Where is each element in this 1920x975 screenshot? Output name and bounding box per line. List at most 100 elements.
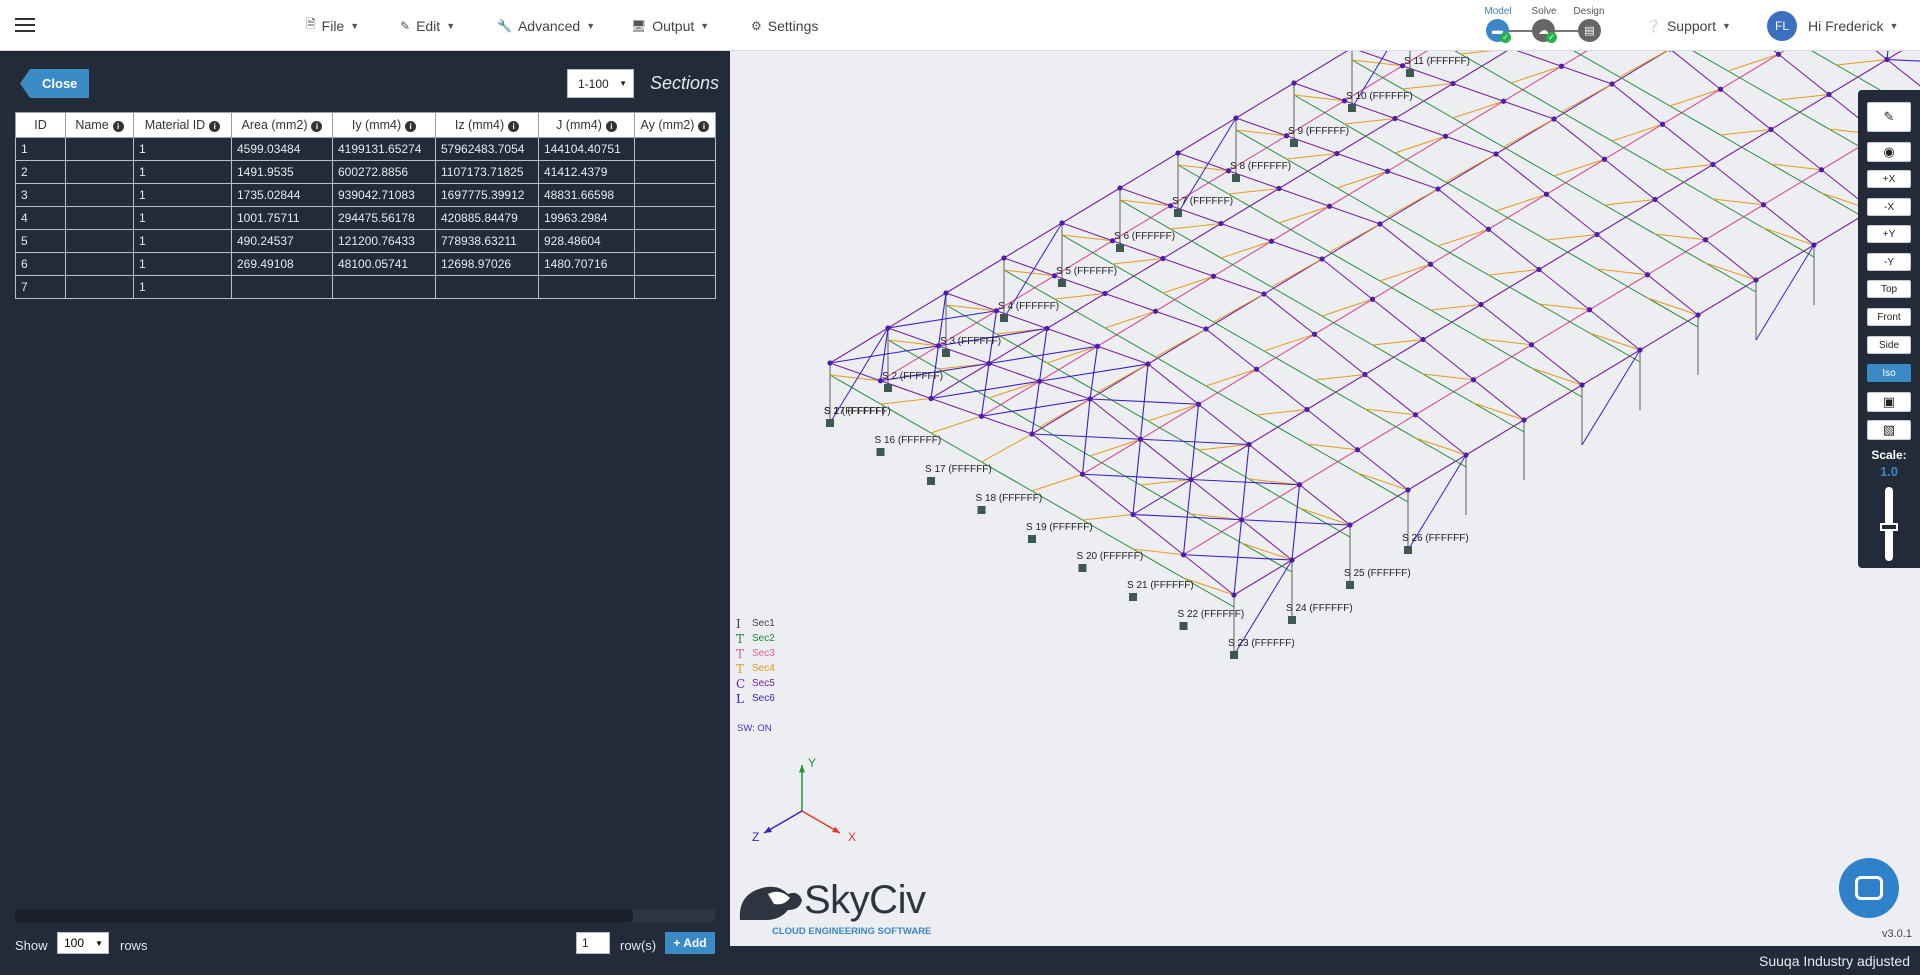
bottom-chord-member[interactable] <box>1147 420 1199 451</box>
support-marker[interactable] <box>977 506 986 514</box>
node[interactable] <box>1311 331 1318 337</box>
table-cell[interactable]: 269.49108 <box>231 252 333 276</box>
purlin-member[interactable] <box>1465 419 1525 456</box>
web-member[interactable] <box>1155 328 1207 358</box>
bottom-chord-member[interactable] <box>1778 99 1830 130</box>
node[interactable] <box>1652 196 1658 203</box>
view-button-minus-y[interactable]: -Y <box>1867 253 1911 271</box>
purlin-member[interactable] <box>1886 51 1920 60</box>
node[interactable] <box>1811 242 1817 248</box>
purlin-member[interactable] <box>1119 152 1179 189</box>
bottom-chord-member[interactable] <box>945 304 997 335</box>
info-icon[interactable]: i <box>209 121 221 132</box>
purlin-member[interactable] <box>1003 222 1063 259</box>
node[interactable] <box>1717 86 1724 92</box>
node[interactable] <box>1450 80 1456 87</box>
menu-settings[interactable]: ⚙ Settings <box>751 0 818 51</box>
web-member[interactable] <box>1495 193 1547 212</box>
table-cell[interactable]: 1 <box>133 275 232 299</box>
node[interactable] <box>1760 202 1767 208</box>
horizontal-scrollbar[interactable] <box>15 909 715 922</box>
rafter-member[interactable] <box>1596 234 1648 276</box>
view-button-minus-x[interactable]: -X <box>1867 198 1911 216</box>
node[interactable] <box>1427 261 1434 267</box>
bottom-chord-member[interactable] <box>1271 286 1323 317</box>
bottom-chord-member[interactable] <box>1510 82 1562 113</box>
view-button-plusminus-x[interactable]: +X <box>1867 170 1911 188</box>
node[interactable] <box>1188 476 1194 483</box>
node[interactable] <box>1884 56 1890 63</box>
node[interactable] <box>1753 277 1759 283</box>
node[interactable] <box>1551 116 1557 122</box>
table-cell[interactable]: 1 <box>133 252 232 276</box>
purlin-member[interactable] <box>1241 484 1300 521</box>
purlin-member[interactable] <box>1349 489 1409 526</box>
bottom-chord-member[interactable] <box>1669 105 1721 136</box>
support-marker[interactable] <box>1129 593 1137 601</box>
web-member[interactable] <box>1162 275 1214 294</box>
info-icon[interactable]: i <box>698 121 710 132</box>
purlin-member[interactable] <box>1291 524 1351 561</box>
bottom-chord-member[interactable] <box>1727 70 1779 101</box>
view-button-eye[interactable]: ◉ <box>1867 142 1911 162</box>
node[interactable] <box>1362 371 1368 378</box>
rafter-member[interactable] <box>1604 158 1656 200</box>
info-icon[interactable]: i <box>112 121 124 132</box>
info-icon[interactable]: i <box>605 121 617 132</box>
node[interactable] <box>1130 511 1136 518</box>
purlin-member[interactable] <box>1357 414 1416 451</box>
node[interactable] <box>1218 220 1224 227</box>
table-cell[interactable] <box>538 275 635 299</box>
node[interactable] <box>1326 203 1333 209</box>
node[interactable] <box>1493 151 1499 157</box>
info-icon[interactable]: i <box>311 121 323 132</box>
node[interactable] <box>1543 191 1550 197</box>
table-cell[interactable]: 41412.4379 <box>538 160 635 184</box>
purlin-member[interactable] <box>1639 314 1699 351</box>
menu-advanced[interactable]: 🔧 Advanced ▼ <box>497 0 595 51</box>
view-button-cube[interactable]: ▧ <box>1867 420 1911 440</box>
table-cell[interactable]: 7 <box>15 275 66 299</box>
bottom-chord-member[interactable] <box>1061 234 1113 265</box>
web-member[interactable] <box>981 433 1033 463</box>
table-cell[interactable]: 4599.03484 <box>231 137 333 161</box>
bottom-chord-member[interactable] <box>1054 298 1106 329</box>
table-cell[interactable]: 600272.8856 <box>332 160 436 184</box>
table-cell[interactable]: 1107173.71825 <box>435 160 539 184</box>
web-member[interactable] <box>1082 514 1134 521</box>
rafter-member[interactable] <box>1357 449 1409 491</box>
rafter-member[interactable] <box>1306 409 1358 451</box>
table-cell[interactable] <box>634 275 716 299</box>
node[interactable] <box>1659 121 1666 127</box>
rafter-member[interactable] <box>1205 328 1257 370</box>
table-cell[interactable] <box>634 160 716 184</box>
node[interactable] <box>1442 133 1449 139</box>
rafter-member[interactable] <box>1364 374 1416 416</box>
column-header[interactable]: Material ID i <box>133 112 232 138</box>
rafter-member[interactable] <box>1546 193 1598 235</box>
node[interactable] <box>1536 266 1542 273</box>
rafter-member[interactable] <box>1473 379 1525 421</box>
bottom-chord-member[interactable] <box>1046 362 1098 393</box>
bottom-chord-member[interactable] <box>1205 385 1257 416</box>
node[interactable] <box>1377 221 1383 227</box>
bottom-chord-member[interactable] <box>1379 280 1431 311</box>
node[interactable] <box>1579 382 1585 388</box>
support-marker[interactable] <box>1232 174 1240 182</box>
rafter-member[interactable] <box>1720 88 1772 130</box>
web-member[interactable] <box>1503 118 1555 148</box>
bottom-chord-member[interactable] <box>1387 216 1439 247</box>
table-cell[interactable] <box>634 229 716 253</box>
node[interactable] <box>1470 377 1477 383</box>
purlin-member[interactable] <box>1531 309 1590 346</box>
node[interactable] <box>1412 412 1419 418</box>
bottom-chord-member[interactable] <box>1712 198 1764 229</box>
rafter-member[interactable] <box>1553 118 1605 160</box>
bottom-chord-member[interactable] <box>1314 379 1366 410</box>
purlin-member[interactable] <box>1763 169 1822 206</box>
rafter-member[interactable] <box>1837 51 1888 60</box>
bottom-chord-member[interactable] <box>1170 228 1222 259</box>
bottom-chord-member[interactable] <box>1611 140 1663 171</box>
node[interactable] <box>1233 115 1239 121</box>
table-cell[interactable]: 1697775.39912 <box>435 183 539 207</box>
